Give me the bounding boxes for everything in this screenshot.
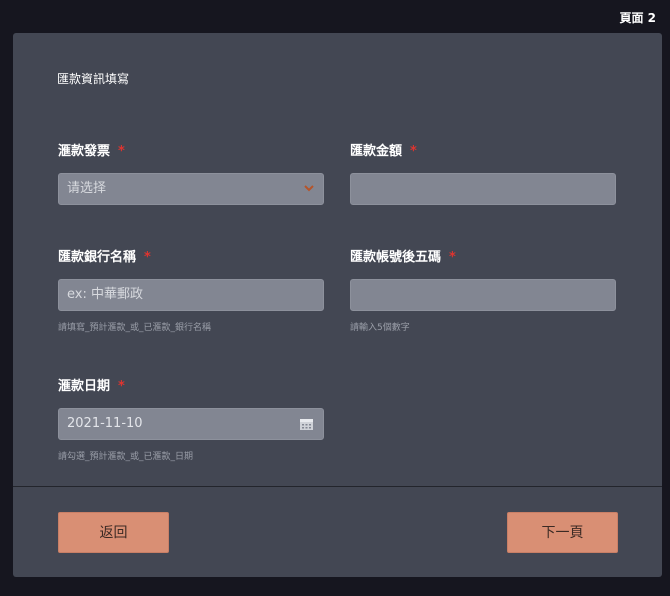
bank-name-label: 匯款銀行名稱 * — [58, 250, 151, 265]
account-last5-help: 請輸入5個數字 — [350, 323, 410, 333]
required-mark: * — [118, 379, 125, 394]
amount-input[interactable] — [350, 173, 616, 205]
date-field: 滙款日期 * 2021-11-10 請勾選_預計滙款_或_已滙款_日期 — [58, 378, 324, 463]
invoice-label: 滙款發票 * — [58, 144, 125, 159]
date-input[interactable]: 2021-11-10 — [58, 408, 324, 440]
bank-name-placeholder: ex: 中華郵政 — [67, 287, 143, 302]
date-value: 2021-11-10 — [67, 416, 143, 431]
bank-name-input[interactable]: ex: 中華郵政 — [58, 279, 324, 311]
date-label: 滙款日期 * — [58, 379, 125, 394]
page-indicator: 頁面 2 — [619, 11, 656, 25]
form-card: 匯款資訊填寫 滙款發票 * 请选择 匯款金額 * 匯款銀行名稱 * ex: 中華郵政 … — [13, 33, 662, 577]
account-last5-field: 匯款帳號後五碼 * 請輸入5個數字 — [350, 249, 616, 334]
back-button[interactable]: 返回 — [58, 512, 169, 553]
bank-name-field: 匯款銀行名稱 * ex: 中華郵政 請填寫_預計滙款_或_已滙款_銀行名稱 — [58, 249, 324, 334]
invoice-select[interactable]: 请选择 — [58, 173, 324, 205]
required-mark: * — [449, 250, 456, 265]
amount-field: 匯款金額 * — [350, 143, 616, 205]
invoice-placeholder: 请选择 — [67, 181, 107, 196]
next-page-button[interactable]: 下一頁 — [507, 512, 618, 553]
invoice-field: 滙款發票 * 请选择 — [58, 143, 324, 205]
required-mark: * — [118, 144, 125, 159]
chevron-down-icon — [304, 185, 314, 192]
date-help: 請勾選_預計滙款_或_已滙款_日期 — [58, 452, 194, 462]
account-last5-input[interactable] — [350, 279, 616, 311]
required-mark: * — [144, 250, 151, 265]
footer-divider — [13, 486, 662, 487]
account-last5-label: 匯款帳號後五碼 * — [350, 250, 456, 265]
required-mark: * — [410, 144, 417, 159]
amount-label: 匯款金額 * — [350, 144, 417, 159]
bank-name-help: 請填寫_預計滙款_或_已滙款_銀行名稱 — [58, 323, 212, 333]
section-title: 匯款資訊填寫 — [57, 72, 130, 86]
calendar-icon[interactable] — [300, 419, 313, 430]
